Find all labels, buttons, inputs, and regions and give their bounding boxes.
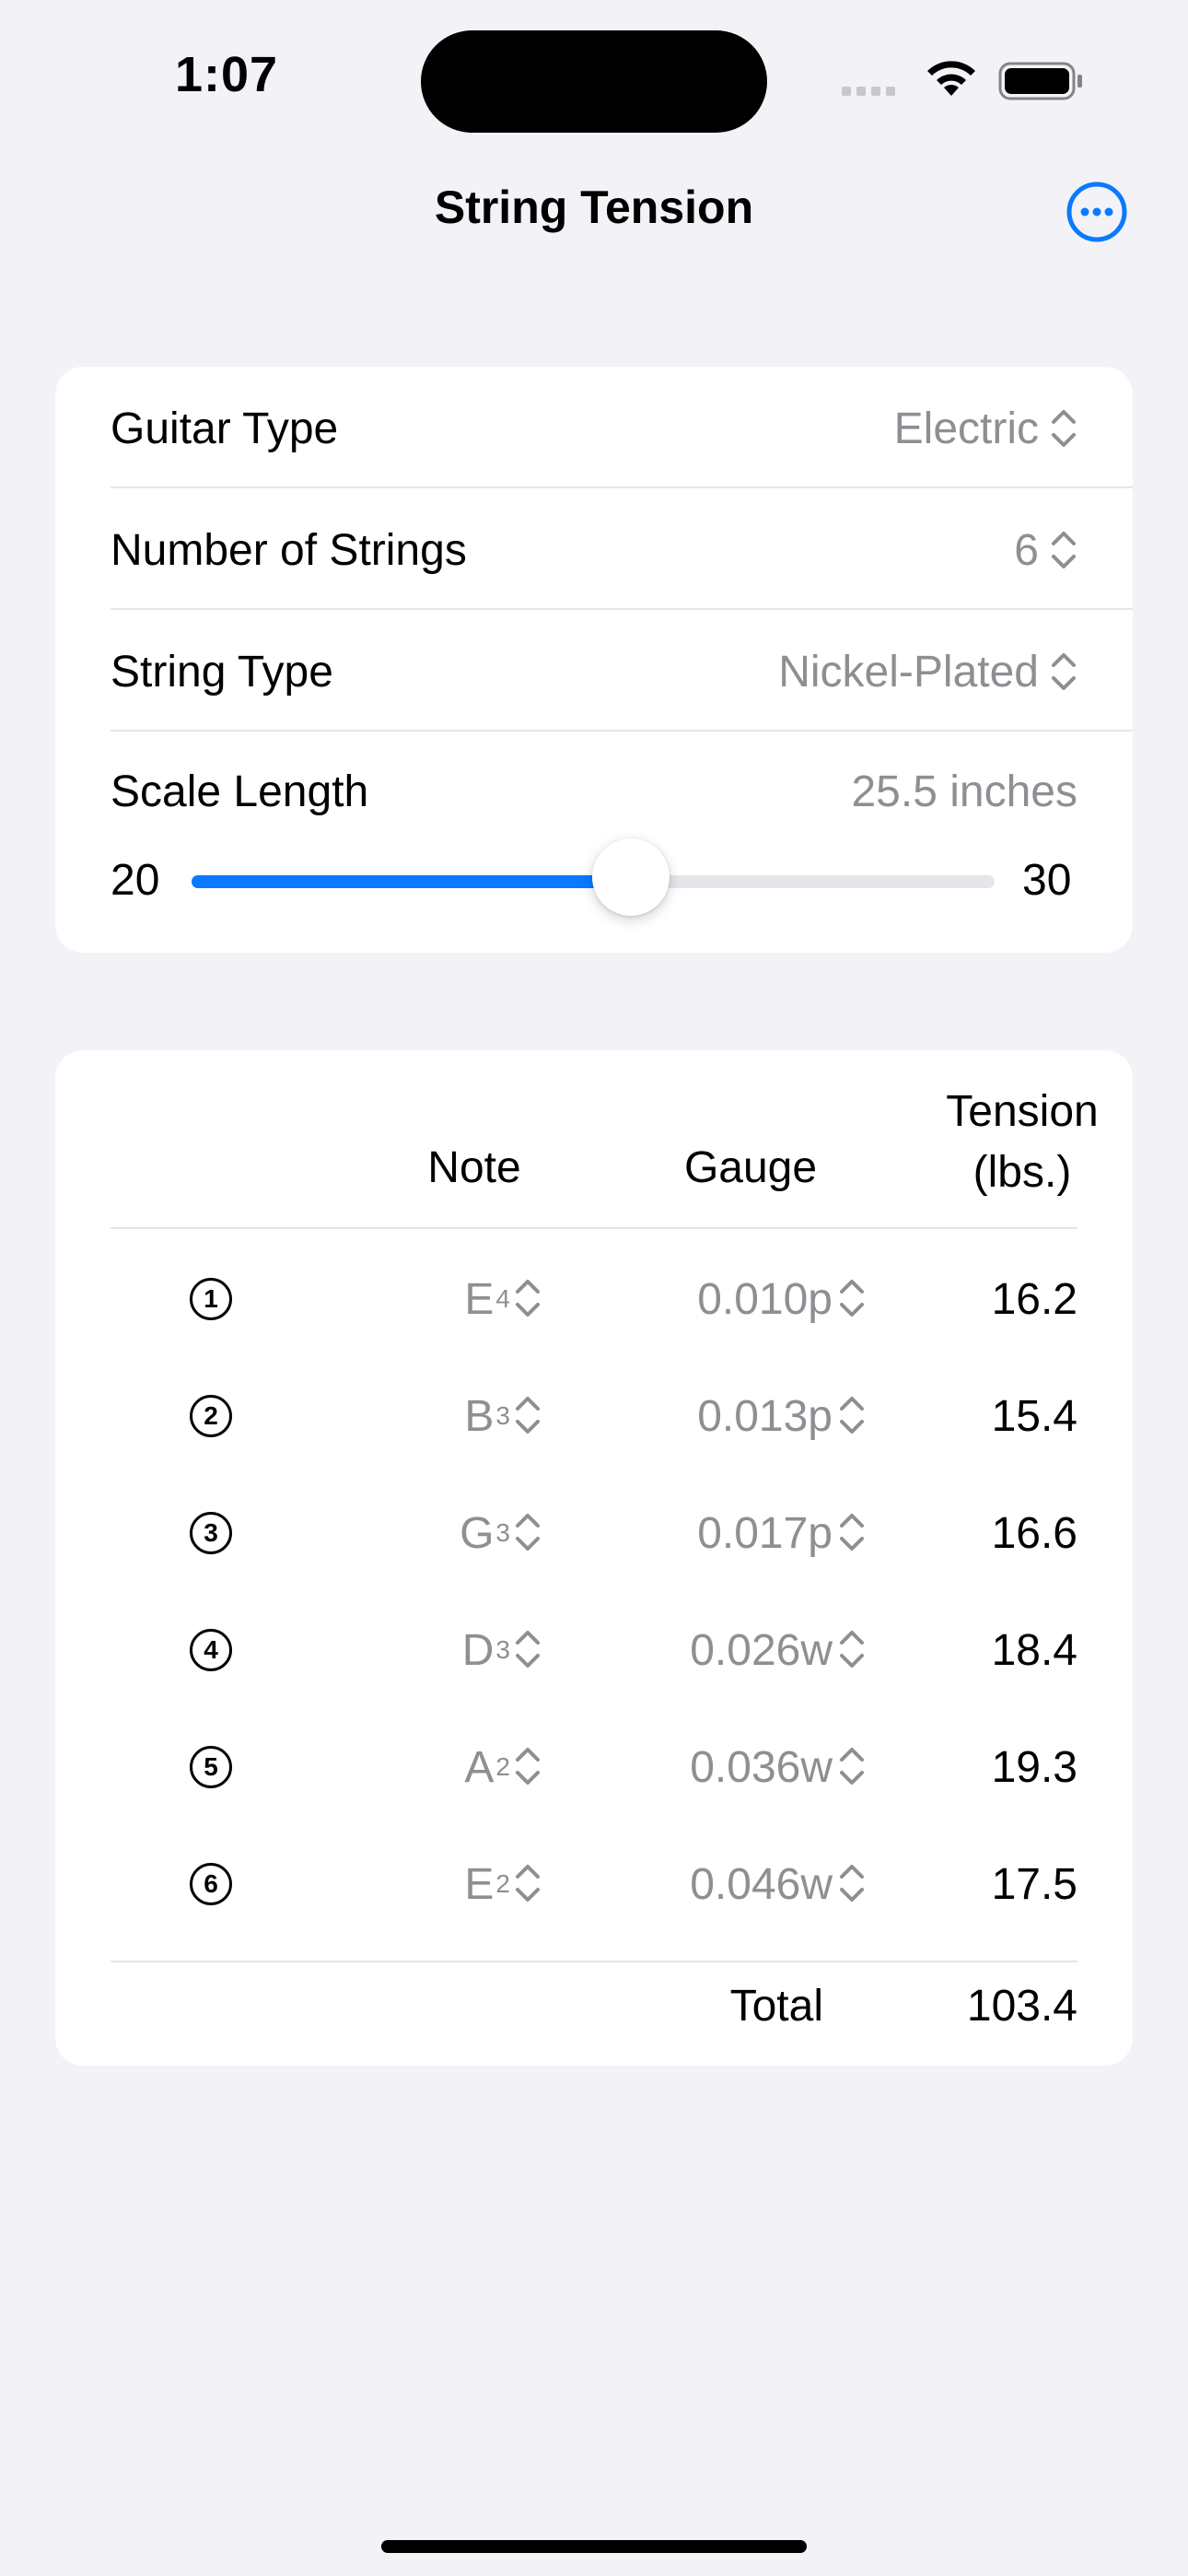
tension-value: 19.3 bbox=[991, 1742, 1077, 1792]
note-picker[interactable]: D3 bbox=[462, 1613, 510, 1687]
chevron-up-down-icon bbox=[1052, 653, 1076, 690]
gauge-header: Gauge bbox=[683, 1143, 818, 1192]
chevron-up-down-icon[interactable] bbox=[514, 1745, 542, 1798]
gauge-picker[interactable]: 0.026w bbox=[690, 1613, 833, 1687]
number-of-strings-picker[interactable]: 6 bbox=[1014, 525, 1077, 576]
ellipsis-circle-icon[interactable] bbox=[1066, 181, 1128, 243]
number-of-strings-row[interactable]: Number of Strings 6 bbox=[111, 522, 1077, 578]
string-number-badge: 3 bbox=[190, 1512, 232, 1554]
slider-knob[interactable] bbox=[591, 838, 670, 916]
string-type-row[interactable]: String Type Nickel-Plated bbox=[111, 644, 1077, 699]
string-row: 3 G 3 0.017p 16.6 bbox=[55, 1496, 1133, 1570]
string-number-badge: 6 bbox=[190, 1863, 232, 1905]
string-number-badge: 2 bbox=[190, 1395, 232, 1437]
note-header: Note bbox=[427, 1143, 521, 1192]
tension-header-line2: (lbs.) bbox=[973, 1148, 1072, 1197]
chevron-up-down-icon[interactable] bbox=[838, 1277, 866, 1330]
string-number-badge: 4 bbox=[190, 1629, 232, 1671]
note-octave: 3 bbox=[495, 1635, 510, 1664]
note-name: A bbox=[464, 1742, 495, 1792]
string-number-badge: 5 bbox=[190, 1746, 232, 1788]
gauge-picker[interactable]: 0.046w bbox=[690, 1847, 833, 1921]
home-indicator bbox=[381, 2540, 807, 2553]
tension-value: 17.5 bbox=[991, 1859, 1077, 1909]
total-value: 103.4 bbox=[966, 1982, 1077, 2031]
guitar-type-label: Guitar Type bbox=[111, 404, 339, 453]
string-type-value: Nickel-Plated bbox=[778, 647, 1039, 697]
scale-length-label: Scale Length bbox=[111, 767, 369, 816]
gauge-picker[interactable]: 0.036w bbox=[690, 1730, 833, 1804]
total-divider bbox=[111, 1961, 1077, 1962]
guitar-type-row[interactable]: Guitar Type Electric bbox=[111, 401, 1077, 456]
note-octave: 2 bbox=[495, 1869, 510, 1898]
guitar-type-value: Electric bbox=[893, 404, 1039, 453]
chevron-up-down-icon[interactable] bbox=[838, 1862, 866, 1915]
chevron-up-down-icon[interactable] bbox=[838, 1628, 866, 1681]
chevron-up-down-icon[interactable] bbox=[838, 1394, 866, 1447]
gauge-picker[interactable]: 0.017p bbox=[697, 1496, 833, 1570]
tension-header: Tension (lbs.) bbox=[884, 1082, 1160, 1203]
string-type-picker[interactable]: Nickel-Plated bbox=[778, 647, 1077, 697]
slider-max-label: 30 bbox=[1022, 856, 1072, 905]
note-octave: 2 bbox=[495, 1752, 510, 1781]
chevron-up-down-icon[interactable] bbox=[838, 1511, 866, 1564]
dynamic-island bbox=[421, 30, 767, 133]
string-number-badge: 1 bbox=[190, 1278, 232, 1320]
chevron-up-down-icon bbox=[1052, 532, 1076, 568]
total-label: Total bbox=[729, 1982, 823, 2031]
strings-table-card: Note Gauge Tension (lbs.) 1 E 4 0.010p 16.2 2… bbox=[55, 1050, 1133, 2066]
nav-title: String Tension bbox=[434, 181, 754, 233]
chevron-up-down-icon bbox=[1052, 410, 1076, 447]
string-row: 6 E 2 0.046w 17.5 bbox=[55, 1847, 1133, 1921]
chevron-up-down-icon[interactable] bbox=[838, 1745, 866, 1798]
chevron-up-down-icon[interactable] bbox=[514, 1862, 542, 1915]
tension-value: 18.4 bbox=[991, 1625, 1077, 1675]
chevron-up-down-icon[interactable] bbox=[514, 1511, 542, 1564]
note-name: E bbox=[464, 1859, 495, 1909]
note-name: D bbox=[461, 1625, 495, 1675]
divider bbox=[111, 608, 1133, 610]
status-time: 1:07 bbox=[175, 47, 279, 102]
note-name: G bbox=[460, 1508, 495, 1558]
divider bbox=[111, 730, 1133, 732]
header-divider bbox=[111, 1227, 1077, 1229]
divider bbox=[111, 486, 1133, 488]
note-picker[interactable]: E4 bbox=[464, 1262, 510, 1336]
note-picker[interactable]: G3 bbox=[460, 1496, 510, 1570]
string-row: 4 D 3 0.026w 18.4 bbox=[55, 1613, 1133, 1687]
tension-value: 16.2 bbox=[991, 1274, 1077, 1324]
number-of-strings-label: Number of Strings bbox=[111, 525, 467, 575]
note-name: E bbox=[464, 1274, 495, 1324]
slider-min-label: 20 bbox=[111, 856, 160, 905]
tension-value: 15.4 bbox=[991, 1391, 1077, 1441]
chevron-up-down-icon[interactable] bbox=[514, 1394, 542, 1447]
number-of-strings-value: 6 bbox=[1014, 525, 1039, 575]
note-octave: 4 bbox=[495, 1284, 510, 1313]
string-row: 5 A 2 0.036w 19.3 bbox=[55, 1730, 1133, 1804]
guitar-type-picker[interactable]: Electric bbox=[894, 404, 1077, 454]
wifi-icon bbox=[927, 61, 975, 96]
string-row: 2 B 3 0.013p 15.4 bbox=[55, 1379, 1133, 1453]
chevron-up-down-icon[interactable] bbox=[514, 1628, 542, 1681]
settings-card: Guitar Type Electric Number of Strings 6… bbox=[55, 367, 1133, 953]
gauge-picker[interactable]: 0.010p bbox=[697, 1262, 833, 1336]
note-octave: 3 bbox=[495, 1401, 510, 1430]
tension-header-line1: Tension bbox=[946, 1087, 1099, 1136]
gauge-picker[interactable]: 0.013p bbox=[697, 1379, 833, 1453]
note-picker[interactable]: E2 bbox=[464, 1847, 510, 1921]
cellular-signal-icon bbox=[842, 87, 895, 96]
scale-length-value: 25.5 inches bbox=[851, 767, 1077, 816]
note-octave: 3 bbox=[495, 1518, 510, 1547]
battery-icon bbox=[998, 62, 1082, 100]
note-name: B bbox=[464, 1391, 495, 1441]
tension-value: 16.6 bbox=[991, 1508, 1077, 1558]
chevron-up-down-icon[interactable] bbox=[514, 1277, 542, 1330]
note-picker[interactable]: B3 bbox=[464, 1379, 510, 1453]
string-type-label: String Type bbox=[111, 647, 333, 697]
string-row: 1 E 4 0.010p 16.2 bbox=[55, 1262, 1133, 1336]
note-picker[interactable]: A2 bbox=[464, 1730, 510, 1804]
slider-fill bbox=[192, 875, 631, 888]
scale-length-row: Scale Length 25.5 inches bbox=[111, 764, 1077, 819]
